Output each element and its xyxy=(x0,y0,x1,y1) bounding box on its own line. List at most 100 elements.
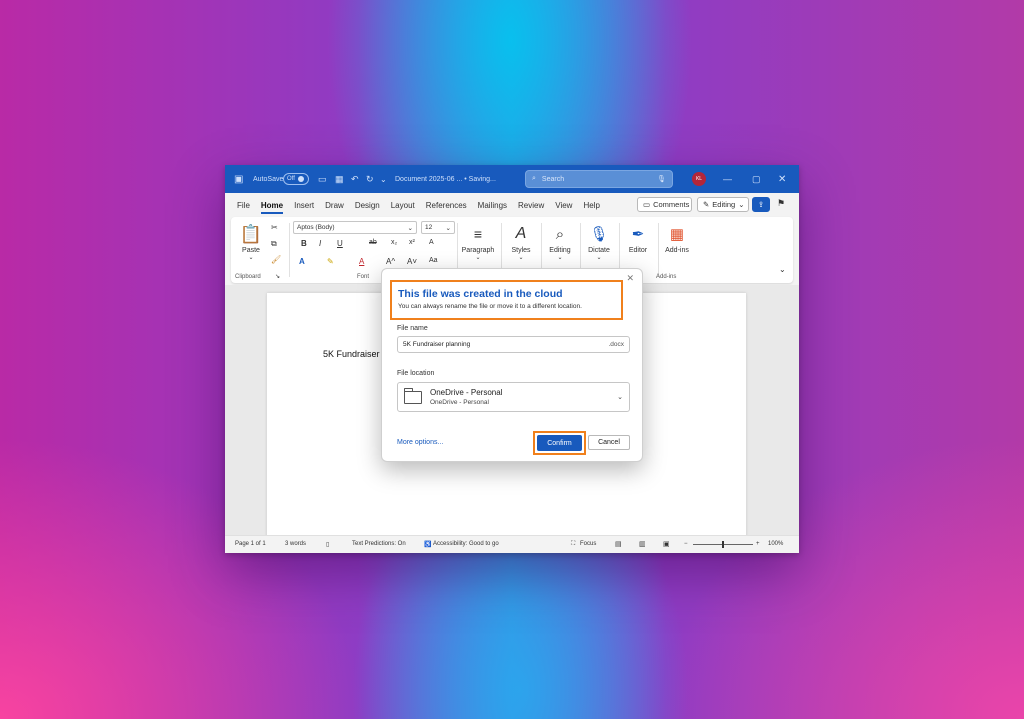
clipboard-group-label: Clipboard xyxy=(235,274,261,280)
highlight-color-icon[interactable]: ✎ xyxy=(327,257,334,266)
text-effects-icon[interactable]: A xyxy=(299,257,305,266)
editing-mode-button[interactable]: ✎ Editing ⌄ xyxy=(697,197,749,212)
minimize-icon[interactable]: — xyxy=(723,165,732,193)
tab-insert[interactable]: Insert xyxy=(294,201,314,210)
underline-icon[interactable]: U xyxy=(337,239,343,248)
copy-icon[interactable]: ⧉ xyxy=(271,239,277,249)
web-layout-icon[interactable]: ▣ xyxy=(663,540,670,548)
editor-button[interactable]: ✒ Editor xyxy=(620,221,656,254)
text-predictions[interactable]: Text Predictions: On xyxy=(352,541,406,547)
bold-icon[interactable]: B xyxy=(301,239,307,248)
close-icon[interactable]: ✕ xyxy=(626,273,634,284)
search-icon: ⌕ xyxy=(555,225,565,243)
chevron-down-icon: ⌄ xyxy=(407,224,413,232)
search-placeholder: Search xyxy=(541,175,565,183)
tab-view[interactable]: View xyxy=(555,201,572,210)
file-location-select[interactable]: OneDrive - Personal OneDrive - Personal … xyxy=(397,382,630,412)
strikethrough-icon[interactable]: ab xyxy=(369,239,377,246)
dictate-button[interactable]: 🎙 Dictate ⌄ xyxy=(581,221,617,261)
avatar[interactable]: KL xyxy=(692,165,706,193)
tab-references[interactable]: References xyxy=(426,201,467,210)
cut-icon[interactable]: ✂ xyxy=(271,223,278,232)
change-case-icon[interactable]: Aa xyxy=(429,257,438,264)
addins-icon: ▦ xyxy=(669,226,685,243)
document-title[interactable]: Document 2025-06 ... • Saving... xyxy=(395,165,496,193)
focus-button[interactable]: Focus xyxy=(580,541,596,547)
clipboard-icon: 📋 xyxy=(239,223,263,244)
page-count[interactable]: Page 1 of 1 xyxy=(235,541,266,547)
save-icon[interactable]: ▭ xyxy=(318,165,327,193)
redo-icon[interactable]: ↻ xyxy=(366,165,374,193)
document-text: 5K Fundraiser xyxy=(323,349,380,359)
zoom-in-icon[interactable]: + xyxy=(756,541,760,547)
paragraph-button[interactable]: ≡ Paragraph ⌄ xyxy=(457,221,499,261)
accessibility-status[interactable]: Accessibility: Good to go xyxy=(433,541,499,547)
more-options-link[interactable]: More options... xyxy=(397,439,443,446)
addins-group-label: Add-ins xyxy=(656,274,677,280)
cloud-save-dialog: ✕ This file was created in the cloud You… xyxy=(381,268,643,462)
read-mode-icon[interactable]: ▤ xyxy=(615,540,622,548)
shrink-font-icon[interactable]: A˅ xyxy=(407,257,417,266)
font-size-select[interactable]: 12 ⌄ xyxy=(421,221,455,234)
search-box[interactable]: ⌕ Search 🎙 xyxy=(525,170,673,188)
chevron-down-icon: ⌄ xyxy=(738,200,745,209)
dialog-title: This file was created in the cloud xyxy=(398,288,563,300)
styles-icon: A xyxy=(515,225,527,242)
proofing-icon[interactable]: ▯ xyxy=(326,541,329,548)
tab-review[interactable]: Review xyxy=(518,201,544,210)
tab-file[interactable]: File xyxy=(237,201,250,210)
customize-quick-access-icon[interactable]: ⌄ xyxy=(380,165,387,193)
autosave-toggle[interactable]: Off xyxy=(283,165,309,193)
collapse-ribbon-icon[interactable]: ⌄ xyxy=(779,265,786,274)
tab-design[interactable]: Design xyxy=(355,201,380,210)
share-button[interactable]: ⇪ xyxy=(752,197,770,212)
templates-icon[interactable]: ▦ xyxy=(335,165,344,193)
superscript-icon[interactable]: x² xyxy=(409,239,415,246)
copilot-icon[interactable]: ⚑ xyxy=(777,198,785,209)
chevron-down-icon: ⌄ xyxy=(518,255,524,261)
paragraph-icon: ≡ xyxy=(473,226,483,242)
subscript-icon[interactable]: x₂ xyxy=(391,239,397,246)
comments-button[interactable]: ▭ Comments xyxy=(637,197,692,212)
paste-button[interactable]: 📋 Paste ⌄ xyxy=(233,221,269,262)
format-painter-icon[interactable]: 🖌 xyxy=(271,255,281,264)
editing-button[interactable]: ⌕ Editing ⌄ xyxy=(542,221,578,262)
word-count[interactable]: 3 words xyxy=(285,541,306,547)
tab-home[interactable]: Home xyxy=(260,201,284,214)
font-name-select[interactable]: Aptos (Body) ⌄ xyxy=(293,221,417,234)
print-layout-icon[interactable]: ▥ xyxy=(639,540,646,548)
file-name-label: File name xyxy=(397,325,428,332)
zoom-out-icon[interactable]: − xyxy=(684,541,688,547)
tab-layout[interactable]: Layout xyxy=(391,201,415,210)
pencil-icon: ✎ xyxy=(703,200,710,209)
file-name-input[interactable]: 5K Fundraiser planning .docx xyxy=(397,336,630,353)
clear-formatting-icon[interactable]: A xyxy=(429,239,434,246)
clipboard-launcher-icon[interactable]: ↘ xyxy=(275,273,280,280)
grow-font-icon[interactable]: A^ xyxy=(386,257,395,266)
styles-button[interactable]: A Styles ⌄ xyxy=(503,221,539,261)
maximize-icon[interactable]: ▢ xyxy=(752,165,761,193)
cancel-button[interactable]: Cancel xyxy=(588,435,630,450)
word-app-icon: ▣ xyxy=(234,173,244,185)
font-color-icon[interactable]: A xyxy=(359,257,364,266)
addins-button[interactable]: ▦ Add-ins xyxy=(659,221,695,254)
confirm-highlight: Confirm xyxy=(533,431,586,455)
tab-draw[interactable]: Draw xyxy=(325,201,344,210)
chevron-down-icon: ⌄ xyxy=(475,255,481,261)
undo-icon[interactable]: ↶ xyxy=(351,165,359,193)
title-bar: ▣ AutoSave Off ▭ ▦ ↶ ↻ ⌄ Document 2025-0… xyxy=(225,165,799,193)
confirm-button[interactable]: Confirm xyxy=(537,435,582,451)
zoom-slider-thumb[interactable] xyxy=(722,541,724,548)
accessibility-icon: ♿ xyxy=(424,542,432,548)
zoom-slider[interactable] xyxy=(693,541,753,548)
close-icon[interactable]: ✕ xyxy=(778,165,786,193)
italic-icon[interactable]: I xyxy=(319,239,321,248)
chevron-down-icon: ⌄ xyxy=(557,255,563,261)
focus-icon: ⛶ xyxy=(571,541,576,547)
tab-mailings[interactable]: Mailings xyxy=(478,201,507,210)
tab-help[interactable]: Help xyxy=(583,201,599,210)
zoom-level[interactable]: 100% xyxy=(768,541,783,547)
group-divider xyxy=(289,223,290,277)
microphone-icon[interactable]: 🎙 xyxy=(657,175,666,183)
editor-icon: ✒ xyxy=(631,226,645,243)
